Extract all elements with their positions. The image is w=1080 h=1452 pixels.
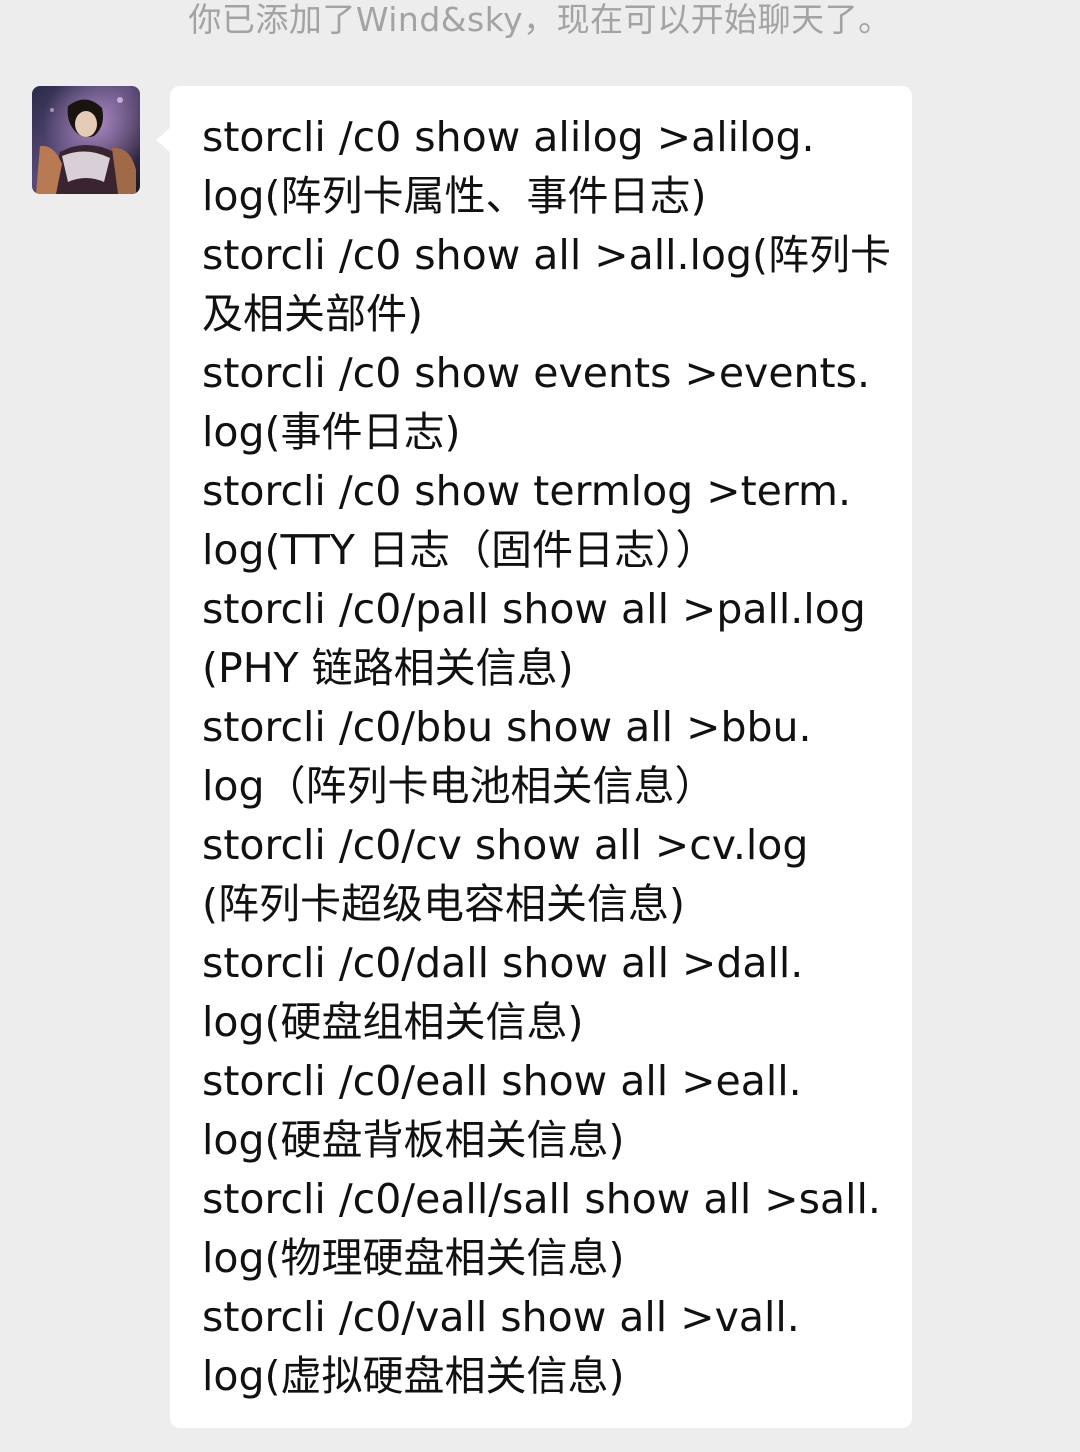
system-notice: 你已添加了Wind&sky，现在可以开始聊天了。 [188,0,892,39]
message-line: storcli /c0 show termlog >term. [202,467,851,515]
message-line: storcli /c0 show all >all.log(阵列卡 [202,231,892,279]
message-line: storcli /c0 show events >events. [202,349,870,397]
message-line: log(硬盘背板相关信息) [202,1116,625,1164]
message-line: storcli /c0/vall show all >vall. [202,1293,800,1341]
message-line: storcli /c0/eall/sall show all >sall. [202,1175,881,1223]
message-bubble[interactable]: storcli /c0 show alilog >alilog. log(阵列卡… [170,86,912,1428]
message-line: log（阵列卡电池相关信息） [202,762,716,810]
avatar-image [32,86,140,194]
message-line: storcli /c0/bbu show all >bbu. [202,703,812,751]
message-line: log(事件日志) [202,408,461,456]
avatar[interactable] [32,86,140,194]
message-line: storcli /c0/eall show all >eall. [202,1057,802,1105]
message-line: log(虚拟硬盘相关信息) [202,1352,625,1400]
message-line: log(TTY 日志（固件日志）） [202,526,717,574]
message-line: storcli /c0/dall show all >dall. [202,939,804,987]
message-line: (阵列卡超级电容相关信息) [202,880,685,928]
message-line: log(物理硬盘相关信息) [202,1234,625,1282]
message-line: log(阵列卡属性、事件日志) [202,172,707,220]
message-line: log(硬盘组相关信息) [202,998,584,1046]
message-line: storcli /c0/cv show all >cv.log [202,821,809,869]
message-line: 及相关部件) [202,290,423,338]
message-line: storcli /c0/pall show all >pall.log [202,585,866,633]
message-line: (PHY 链路相关信息) [202,644,574,692]
message-line: storcli /c0 show alilog >alilog. [202,113,815,161]
